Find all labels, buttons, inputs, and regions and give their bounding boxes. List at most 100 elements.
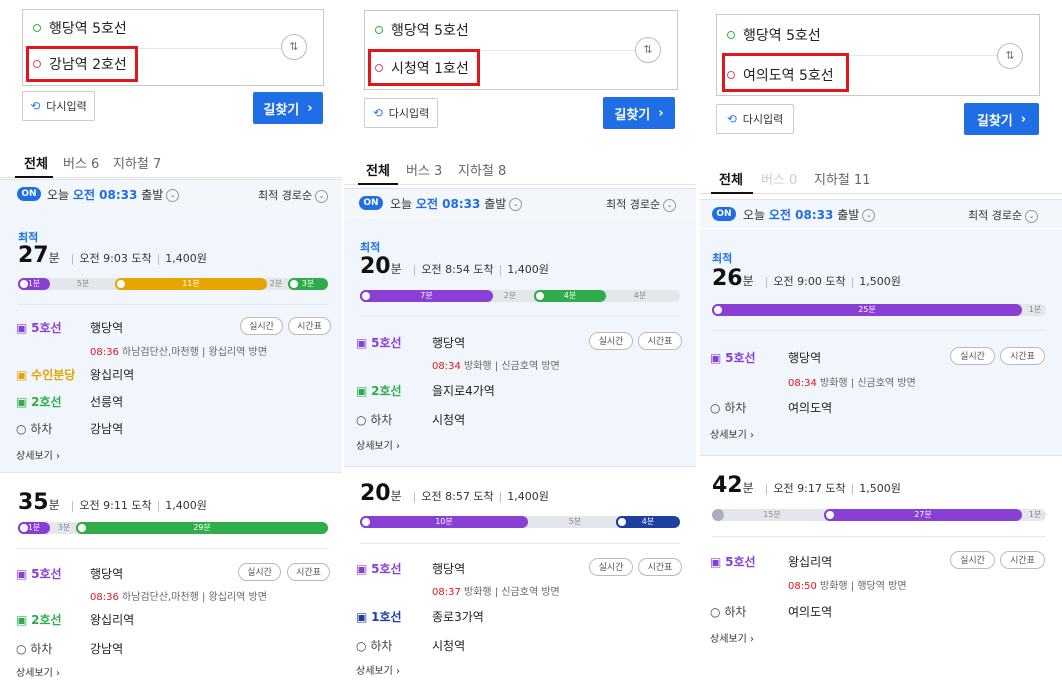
divider bbox=[18, 548, 328, 549]
route-summary[interactable]: 42분 | 오전 9:17 도착 | 1,500원 bbox=[712, 473, 901, 498]
train-icon: ▣ bbox=[356, 610, 368, 624]
tab-underline bbox=[15, 176, 53, 178]
realtime-button[interactable]: 실시간 bbox=[950, 551, 995, 569]
tab-bus[interactable]: 버스 3 bbox=[406, 160, 442, 179]
search-button[interactable]: 길찾기 › bbox=[253, 92, 323, 124]
timetable-button[interactable]: 시간표 bbox=[287, 563, 330, 581]
segment-suin: 11분 bbox=[115, 278, 267, 290]
route-card[interactable] bbox=[700, 229, 1062, 455]
start-field[interactable]: 행당역 5호선 bbox=[375, 20, 469, 40]
segment-gap: 5분 bbox=[76, 279, 90, 288]
search-button[interactable]: 길찾기 › bbox=[964, 103, 1039, 135]
timetable-button[interactable]: 시간표 bbox=[638, 558, 682, 576]
chevron-right-icon: › bbox=[1020, 111, 1027, 127]
detail-link[interactable]: 상세보기 › bbox=[710, 630, 754, 645]
sort-dropdown[interactable]: 최적 경로순 ⌄ bbox=[968, 207, 1039, 223]
on-badge[interactable]: ON bbox=[712, 207, 736, 221]
realtime-button[interactable]: 실시간 bbox=[950, 347, 995, 365]
on-badge[interactable]: ON bbox=[359, 196, 383, 210]
detail-link[interactable]: 상세보기 › bbox=[710, 426, 754, 441]
timetable-button[interactable]: 시간표 bbox=[1000, 347, 1045, 365]
depart-bar: ON 오늘 오전 08:33 출발 ⌄ 최적 경로순 ⌄ bbox=[344, 188, 696, 217]
train-icon: ▣ bbox=[356, 562, 368, 576]
start-field[interactable]: 행당역 5호선 bbox=[727, 25, 821, 45]
tab-all[interactable]: 전체 bbox=[719, 169, 743, 188]
reset-button[interactable]: ⟲ 다시입력 bbox=[364, 98, 438, 128]
route-summary: 26분 | 오전 9:00 도착 | 1,500원 bbox=[712, 266, 901, 291]
walk-icon bbox=[712, 509, 724, 521]
step-line5: ▣ 5호선 bbox=[16, 567, 62, 581]
subway-icon bbox=[115, 278, 127, 290]
route-summary[interactable]: 35분 | 오전 9:11 도착 | 1,400원 bbox=[18, 490, 207, 515]
on-badge[interactable]: ON bbox=[17, 187, 41, 201]
step-line2: ▣ 2호선 bbox=[16, 395, 62, 409]
route-summary[interactable]: 20분 | 오전 8:57 도착 | 1,400원 bbox=[360, 481, 549, 506]
chevron-down-icon: ⌄ bbox=[509, 198, 523, 211]
depart-time[interactable]: 오늘 오전 08:33 출발 ⌄ bbox=[743, 206, 876, 223]
subway-icon bbox=[18, 278, 30, 290]
highlight-box bbox=[26, 46, 138, 82]
realtime-button[interactable]: 실시간 bbox=[238, 563, 281, 581]
time-bar: 1분 5분 11분 2분 3분 bbox=[18, 278, 328, 290]
detail-link[interactable]: 상세보기 › bbox=[16, 664, 60, 679]
train-icon: ▣ bbox=[710, 555, 722, 569]
reset-button[interactable]: ⟲ 다시입력 bbox=[22, 91, 95, 121]
step-suin: ▣ 수인분당 bbox=[16, 368, 76, 382]
sort-dropdown[interactable]: 최적 경로순 ⌄ bbox=[606, 196, 677, 212]
swap-icon[interactable]: ⇅ bbox=[635, 37, 661, 63]
realtime-button[interactable]: 실시간 bbox=[589, 558, 633, 576]
chevron-down-icon: ⌄ bbox=[862, 209, 876, 222]
tab-all[interactable]: 전체 bbox=[366, 160, 390, 179]
subway-icon bbox=[534, 290, 546, 302]
refresh-icon: ⟲ bbox=[726, 112, 737, 126]
search-button[interactable]: 길찾기 › bbox=[603, 97, 675, 129]
realtime-button[interactable]: 실시간 bbox=[589, 332, 633, 350]
tab-bar: 전체 버스 6 지하철 7 bbox=[0, 147, 342, 178]
route-summary: 27분 | 오전 9:03 도착 | 1,400원 bbox=[18, 243, 207, 268]
tab-subway[interactable]: 지하철 11 bbox=[814, 169, 871, 188]
detail-link[interactable]: 상세보기 › bbox=[356, 437, 400, 452]
segment-gap: 4분 bbox=[633, 291, 647, 300]
sort-dropdown[interactable]: 최적 경로순 ⌄ bbox=[258, 187, 329, 203]
detail-link[interactable]: 상세보기 › bbox=[356, 662, 400, 677]
depart-time[interactable]: 오늘 오전 08:33 출발 ⌄ bbox=[47, 186, 180, 203]
timetable-button[interactable]: 시간표 bbox=[638, 332, 682, 350]
subway-icon bbox=[360, 516, 372, 528]
subway-icon bbox=[76, 522, 88, 534]
start-dot-icon bbox=[375, 26, 383, 34]
tab-bus[interactable]: 버스 6 bbox=[63, 153, 99, 172]
segment-line5: 7분 bbox=[360, 290, 493, 302]
train-icon: ▣ bbox=[16, 395, 28, 409]
tab-all[interactable]: 전체 bbox=[24, 153, 48, 172]
route-panel-3: 행당역 5호선 여의도역 5호선 ⇅ ⟲ 다시입력 길찾기 › 전체 버스 0 지하… bbox=[700, 0, 1062, 688]
tab-subway[interactable]: 지하철 8 bbox=[458, 160, 506, 179]
chevron-down-icon: ⌄ bbox=[166, 189, 180, 202]
tab-subway[interactable]: 지하철 7 bbox=[113, 153, 161, 172]
segment-gap: 2분 bbox=[503, 291, 517, 300]
train-icon: ▣ bbox=[16, 567, 28, 581]
step-exit: ○ 하차 bbox=[710, 401, 747, 415]
train-icon: ▣ bbox=[16, 321, 28, 335]
step-line5: ▣ 5호선 bbox=[710, 555, 756, 569]
depart-time[interactable]: 오늘 오전 08:33 출발 ⌄ bbox=[390, 195, 523, 212]
train-icon: ▣ bbox=[16, 613, 28, 627]
timetable-button[interactable]: 시간표 bbox=[1000, 551, 1045, 569]
swap-icon[interactable]: ⇅ bbox=[281, 34, 307, 60]
segment-line5: 10분 bbox=[360, 516, 528, 528]
reset-button[interactable]: ⟲ 다시입력 bbox=[716, 104, 794, 134]
realtime-button[interactable]: 실시간 bbox=[240, 317, 283, 335]
timetable-button[interactable]: 시간표 bbox=[288, 317, 331, 335]
detail-link[interactable]: 상세보기 › bbox=[16, 447, 60, 462]
swap-icon[interactable]: ⇅ bbox=[997, 43, 1023, 69]
time-bar: 15분 27분 1분 bbox=[712, 509, 1046, 521]
step-station: 행당역 bbox=[90, 321, 124, 335]
divider bbox=[0, 472, 342, 473]
step-station: 행당역 bbox=[432, 562, 466, 576]
time-bar: 10분 5분 4분 bbox=[360, 516, 680, 528]
highlight-box bbox=[368, 49, 480, 86]
divider bbox=[700, 455, 1062, 456]
start-field[interactable]: 행당역 5호선 bbox=[33, 18, 127, 38]
route-panel-1: 행당역 5호선 강남역 2호선 ⇅ ⟲ 다시입력 길찾기 › 전체 버스 6 지하철… bbox=[0, 0, 342, 688]
exit-icon: ○ bbox=[710, 605, 721, 619]
refresh-icon: ⟲ bbox=[30, 99, 41, 113]
